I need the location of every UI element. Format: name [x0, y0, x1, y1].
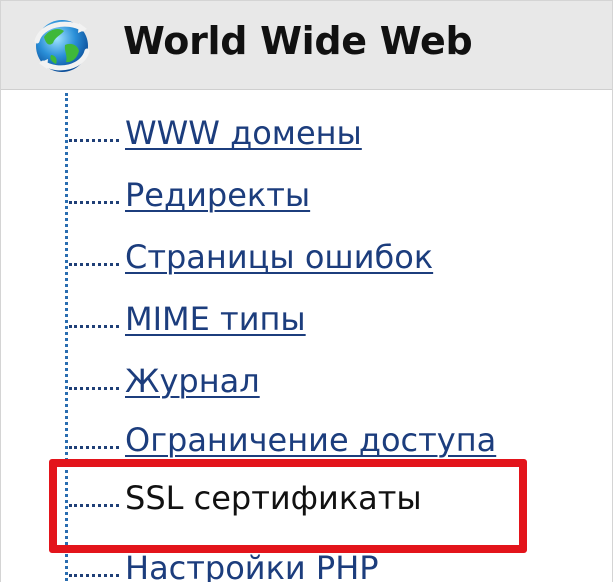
menu-link-www-domains[interactable]: WWW домены — [125, 114, 362, 152]
menu-item-mime-types[interactable]: MIME типы — [69, 294, 589, 344]
tree-branch — [69, 324, 119, 328]
tree-branch — [69, 262, 119, 266]
tree-branch — [69, 386, 119, 390]
menu-link-error-pages[interactable]: Страницы ошибок — [125, 238, 433, 276]
tree-branch — [69, 573, 119, 577]
menu-item-redirects[interactable]: Редиректы — [69, 170, 589, 220]
menu-link-log[interactable]: Журнал — [125, 362, 260, 400]
section-title: World Wide Web — [123, 19, 473, 63]
menu-item-ssl-certificates[interactable]: SSL сертификаты — [69, 473, 589, 523]
menu-item-www-domains[interactable]: WWW домены — [69, 108, 589, 158]
tree-branch — [69, 138, 119, 142]
tree-branch — [69, 445, 119, 449]
menu-link-access-restriction[interactable]: Ограничение доступа — [125, 421, 496, 459]
menu-link-mime-types[interactable]: MIME типы — [125, 300, 306, 338]
section-header[interactable]: World Wide Web — [1, 1, 612, 90]
menu-link-ssl-certificates[interactable]: SSL сертификаты — [125, 479, 422, 517]
tree-branch — [69, 200, 119, 204]
menu-item-log[interactable]: Журнал — [69, 356, 589, 406]
sidebar-panel: World Wide Web WWW домены Редиректы Стра… — [0, 0, 613, 582]
menu-item-php-settings[interactable]: Настройки PHP — [69, 543, 589, 582]
tree-connector-line — [65, 93, 68, 582]
globe-icon — [34, 20, 90, 72]
menu-link-php-settings[interactable]: Настройки PHP — [125, 549, 379, 582]
menu-item-error-pages[interactable]: Страницы ошибок — [69, 232, 589, 282]
menu-item-access-restriction[interactable]: Ограничение доступа — [69, 415, 589, 465]
tree-branch — [69, 503, 119, 507]
menu-link-redirects[interactable]: Редиректы — [125, 176, 310, 214]
